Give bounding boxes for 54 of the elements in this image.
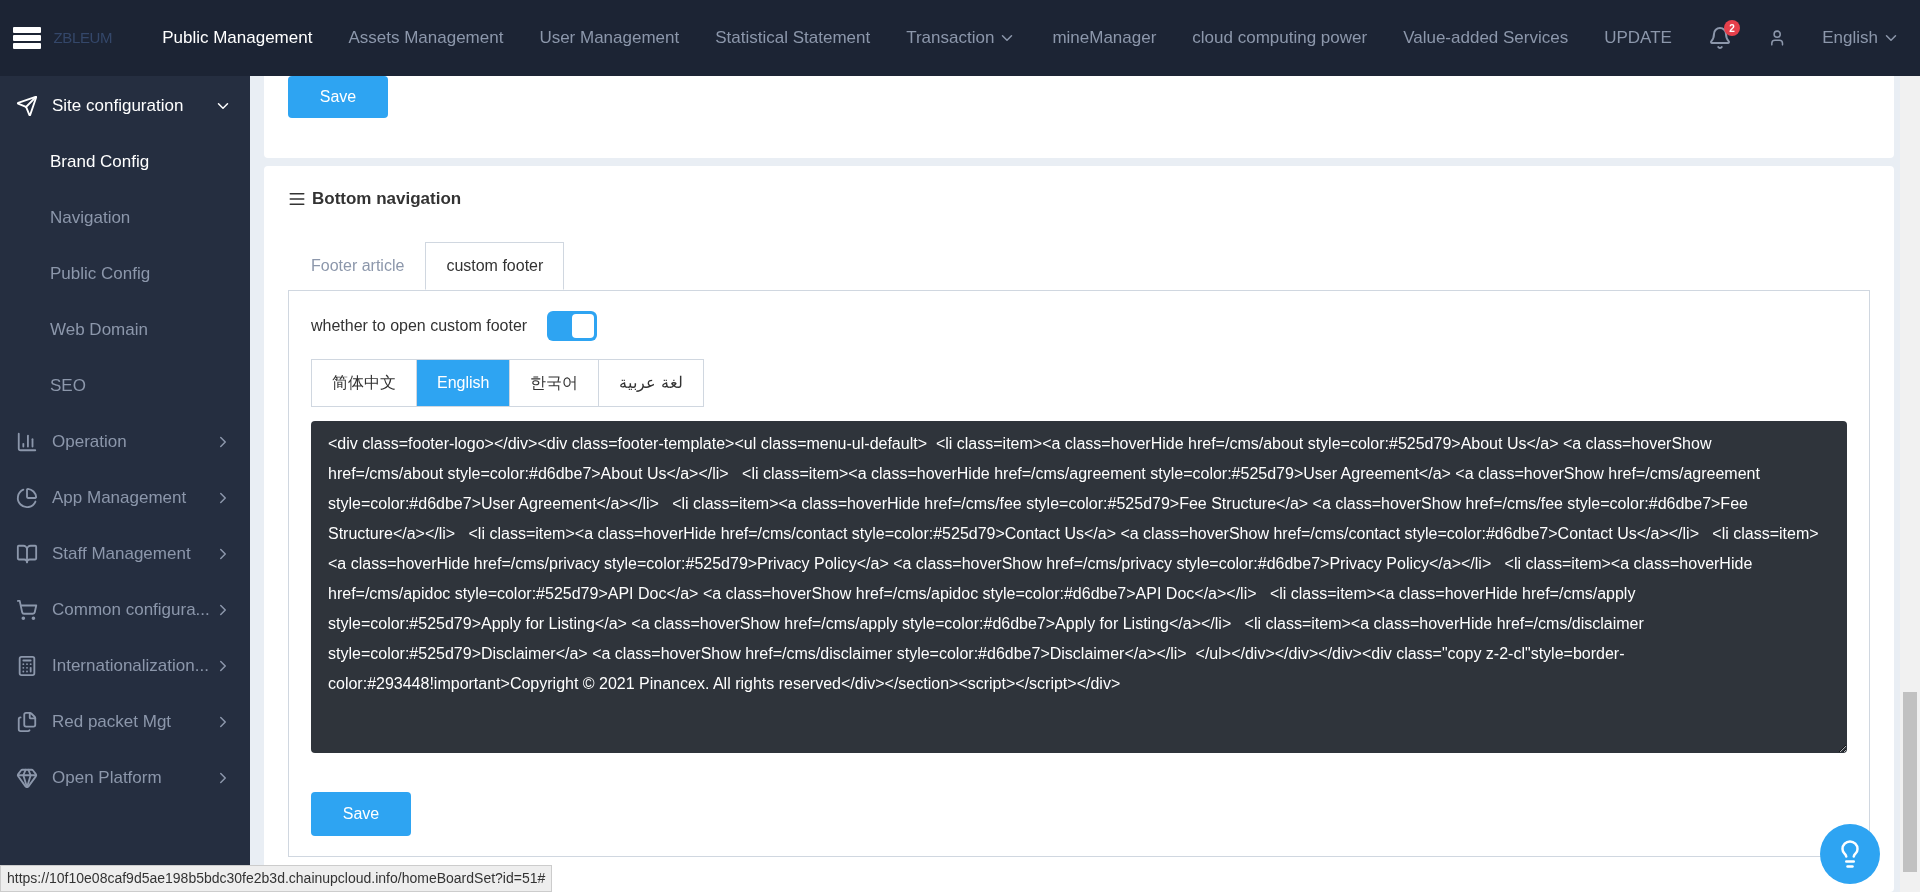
toggle-label: whether to open custom footer [311,315,528,336]
nav-link[interactable]: UPDATE [1586,25,1690,51]
sidebar-subitem[interactable]: Brand Config [0,134,250,190]
tab[interactable]: Footer article [290,241,426,290]
toggle-switch[interactable] [547,310,598,341]
sidebar-label: Staff Management [52,543,192,566]
save-button[interactable]: Save [288,76,388,118]
nav-link[interactable]: Transaction [888,25,1035,51]
bar-chart-icon [16,431,38,453]
nav-link[interactable]: Public Management [144,25,331,51]
sidebar-item[interactable]: Site configuration [0,78,250,134]
sidebar-label: Open Platform [52,767,163,790]
sidebar-label: Common configura... [52,599,211,622]
sidebar-label: Red packet Mgt [52,711,173,734]
gem-icon [16,767,38,789]
sidebar-label: Site configuration [52,95,185,118]
cart-icon [16,599,38,621]
language-tab[interactable]: 简体中文 [311,358,417,407]
calculator-icon [16,655,38,677]
book-icon [16,543,38,565]
sidebar-item[interactable]: Internationalization... [0,638,250,694]
sidebar-label: App Management [52,487,188,510]
save-button[interactable]: Save [311,791,411,836]
sidebar-subitem[interactable]: Web Domain [0,302,250,358]
sidebar-subitem[interactable]: Navigation [0,190,250,246]
nav-link[interactable]: Value-added Services [1385,25,1587,51]
language-tab[interactable]: لغة عربية [598,358,704,407]
sidebar-subitem[interactable]: SEO [0,358,250,414]
nav-link[interactable]: User Management [521,25,698,51]
nav-link[interactable]: cloud computing power [1174,25,1386,51]
menu-icon[interactable] [12,27,41,49]
language-dropdown[interactable]: English [1822,25,1900,51]
code-editor[interactable]: <div class=footer-logo></div><div class=footer-template><ul class=menu-ul-default> <li class=item><a class=hoverHide href=/cms/about style=color:#525d79>About Us</a> <a class=hoverShow href=/cms/about style=color:#d6dbe7>About Us</a></li> <li class=item><a class=hoverHide href=/cms/agreement style=color:#525d79>User Agreement</a> <a class=hoverShow href=/cms/agreement style=color:#d6dbe7>User Agreement</a></li> <li class=item><a class=hoverHide href=/cms/fee style=color:#525d79>Fee Structure</a> <a class=hoverShow href=/cms/fee style=color:#d6dbe7>Fee Structure</a></li> <li class=item><a class=hoverHide href=/cms/contact style=color:#525d79>Contact Us</a> <a class=hoverShow href=/cms/contact style=color:#d6dbe7>Contact Us</a></li> <li class=item><a class=hoverHide href=/cms/privacy style=color:#525d79>Privacy Policy</a> <a class=hoverShow href=/cms/privacy style=color:#d6dbe7>Privacy Policy</a></li> <li class=item><a class=hoverHide href=/cms/apidoc style=color:#525d79>API Doc</a> <a class=hoverShow href=/cms/apidoc style=color:#d6dbe7>API Doc</a></li> <li class=item><a class=hoverHide href=/cms/apply style=color:#525d79>Apply for Listing</a> <a class=hoverShow href=/cms/apply style=color:#d6dbe7>Apply for Listing</a></li> <li class=item><a class=hoverHide href=/cms/disclaimer style=color:#525d79>Disclaimer</a> <a class=hoverShow href=/cms/disclaimer style=color:#d6dbe7>Disclaimer</a></li> </ul></div></div></div><div class="copy z-2-cl"style=border-color:#293448!important>Copyright © 2021 Pinancex. All rights reserved</div></section><script></script></div> [311,420,1847,753]
sidebar-item[interactable]: Red packet Mgt [0,694,250,750]
nav-link[interactable]: mineManager [1034,25,1175,51]
nav-link[interactable]: Assets Management [330,25,522,51]
pie-chart-icon [16,487,38,509]
sidebar-item[interactable]: Operation [0,414,250,470]
sidebar-label: Operation [52,431,128,454]
tab[interactable]: custom footer [425,241,565,290]
nav-link[interactable]: Statistical Statement [697,25,889,51]
notification-badge: 2 [1723,20,1740,36]
sidebar-subitem[interactable]: Public Config [0,246,250,302]
sidebar-item[interactable]: Open Platform [0,750,250,806]
sidebar-label: Internationalization... [52,655,210,678]
status-url: https://10f10e08caf9d5ae198b5bdc30fe2b3d.chainupcloud.info/homeBoardSet?id=51# [0,865,553,892]
files-icon [16,711,38,733]
send-icon [16,95,38,117]
sidebar-item[interactable]: Common configura... [0,582,250,638]
section-title: Bottom navigation [312,188,462,210]
language-tab[interactable]: English [416,358,511,407]
sidebar-item[interactable]: App Management [0,470,250,526]
sidebar-item[interactable]: Staff Management [0,526,250,582]
language-tab[interactable]: 한국어 [509,358,600,407]
